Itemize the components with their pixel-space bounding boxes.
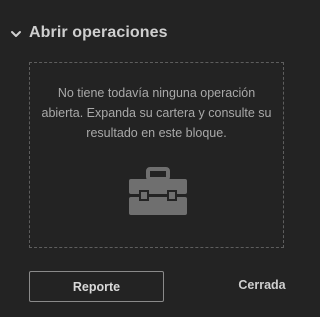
briefcase-icon	[129, 167, 187, 215]
open-operations-panel: Abrir operaciones No tiene todavía ningu…	[0, 0, 305, 317]
report-button[interactable]: Reporte	[29, 271, 164, 302]
chevron-down-icon	[10, 27, 22, 39]
section-title: Abrir operaciones	[29, 24, 168, 41]
section-header-toggle[interactable]: Abrir operaciones	[10, 22, 168, 44]
closed-operations-link[interactable]: Cerrada	[232, 278, 292, 292]
empty-state-message: No tiene todavía ninguna operación abier…	[41, 86, 272, 140]
empty-state-box: No tiene todavía ninguna operación abier…	[29, 62, 284, 248]
